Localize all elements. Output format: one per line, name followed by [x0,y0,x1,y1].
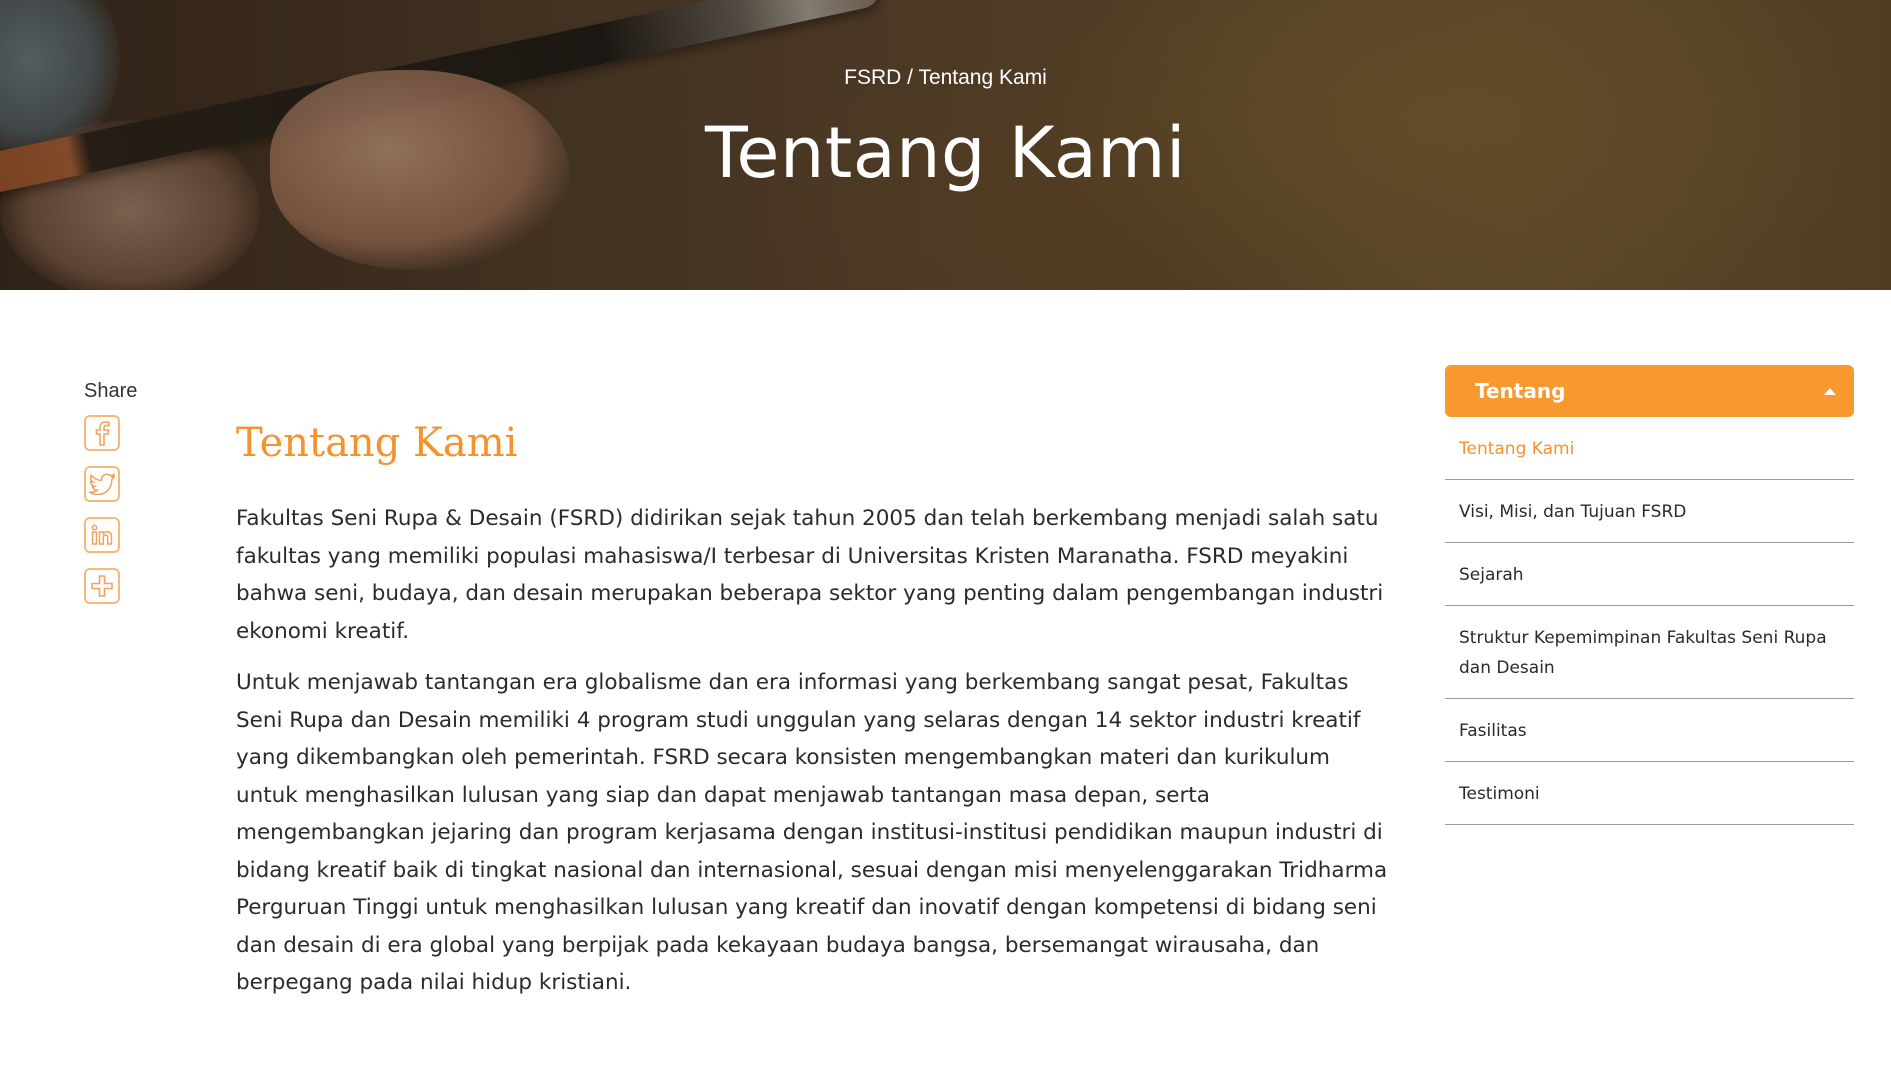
sidebar-item-testimoni[interactable]: Testimoni [1445,762,1854,825]
sidebar-item-fasilitas[interactable]: Fasilitas [1445,699,1854,762]
share-label: Share [84,380,138,402]
article-paragraph-1: Fakultas Seni Rupa & Desain (FSRD) didir… [236,506,1384,644]
facebook-icon [95,421,110,446]
main-content: Tentang Kami Fakultas Seni Rupa & Desain… [236,420,1396,1016]
more-share-button[interactable] [84,568,120,604]
article-paragraph-2: Untuk menjawab tantangan era globalisme … [236,670,1388,995]
sidebar-header-label: Tentang [1475,379,1566,403]
sidebar-menu: Tentang Tentang Kami Visi, Misi, dan Tuj… [1445,365,1854,825]
hero-banner: FSRD / Tentang Kami Tentang Kami [0,0,1891,290]
share-panel: Share [84,380,164,619]
article-heading: Tentang Kami [236,420,518,466]
twitter-share-button[interactable] [84,466,120,502]
caret-up-icon [1824,387,1836,395]
sidebar-item-tentang-kami[interactable]: Tentang Kami [1445,417,1854,480]
twitter-icon [89,473,115,495]
breadcrumb-home-link[interactable]: FSRD [844,66,901,89]
linkedin-icon [91,524,113,545]
breadcrumb-current: Tentang Kami [918,66,1047,89]
plus-icon [91,575,113,597]
sidebar-header-toggle[interactable]: Tentang [1445,365,1854,417]
sidebar-item-struktur-kepemimpinan[interactable]: Struktur Kepemimpinan Fakultas Seni Rupa… [1445,606,1854,699]
sidebar-list: Tentang Kami Visi, Misi, dan Tujuan FSRD… [1445,417,1854,825]
sidebar-item-sejarah[interactable]: Sejarah [1445,543,1854,606]
sidebar-item-visi-misi[interactable]: Visi, Misi, dan Tujuan FSRD [1445,480,1854,543]
linkedin-share-button[interactable] [84,517,120,553]
facebook-share-button[interactable] [84,415,120,451]
breadcrumb: FSRD / Tentang Kami [0,66,1891,90]
breadcrumb-separator: / [901,66,919,89]
page-title: Tentang Kami [705,112,1186,194]
